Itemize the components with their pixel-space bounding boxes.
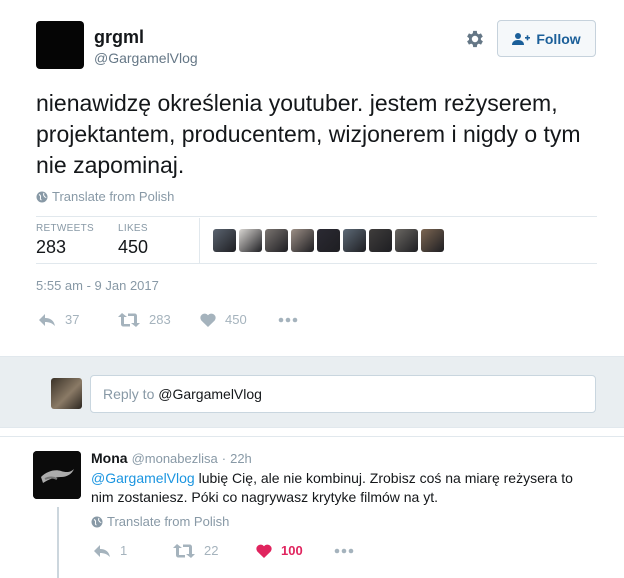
reply-like-count: 100: [281, 543, 303, 558]
liker-avatar[interactable]: [395, 229, 418, 252]
gear-icon[interactable]: [464, 28, 486, 50]
reply-placeholder-prefix: Reply to: [103, 386, 159, 402]
author-handle[interactable]: @GargamelVlog: [94, 50, 198, 66]
more-icon: [278, 317, 298, 322]
heart-icon: [200, 313, 216, 327]
reply-retweet-action[interactable]: 22: [173, 543, 256, 558]
author-avatar[interactable]: [36, 21, 84, 69]
more-icon: [334, 548, 354, 553]
reply-placeholder-mention: @GargamelVlog: [158, 386, 262, 402]
add-user-icon: [512, 32, 531, 45]
current-user-avatar: [51, 378, 82, 409]
retweets-count[interactable]: 283: [36, 237, 66, 258]
likes-count[interactable]: 450: [118, 237, 148, 258]
author-name[interactable]: grgml: [94, 27, 144, 48]
reply-icon: [39, 313, 55, 326]
liker-avatar[interactable]: [421, 229, 444, 252]
reply-text: @GargamelVlog lubię Cię, ale nie kombinu…: [91, 469, 591, 507]
tweet-actions: 37 283 450: [38, 312, 298, 327]
more-action[interactable]: [278, 317, 298, 323]
tweet-text: nienawidzę określenia youtuber. jestem r…: [36, 90, 581, 178]
reply-icon: [94, 544, 110, 557]
reply-action[interactable]: 37: [38, 312, 118, 327]
thread-line: [57, 507, 59, 578]
reply-count: 37: [65, 312, 80, 327]
reply-author-handle[interactable]: @monabezlisa: [132, 451, 218, 466]
reply-like-action[interactable]: 100: [256, 543, 334, 558]
retweet-count: 283: [149, 312, 171, 327]
reply-mention-link[interactable]: @GargamelVlog: [91, 470, 195, 486]
retweet-icon: [118, 312, 140, 327]
reply-reply-action[interactable]: 1: [93, 543, 173, 558]
like-action[interactable]: 450: [200, 312, 278, 327]
likes-label: LIKES: [118, 223, 148, 234]
reply-reply-count: 1: [120, 543, 128, 558]
reply-retweet-count: 22: [204, 543, 219, 558]
globe-icon: [91, 516, 103, 527]
liker-avatar[interactable]: [343, 229, 366, 252]
avatar-image: [33, 451, 81, 499]
reply-actions: 1 22 100: [93, 543, 354, 558]
reply-time[interactable]: 22h: [230, 451, 252, 466]
stats-separator: [199, 218, 200, 263]
retweet-icon: [173, 543, 195, 558]
translate-link[interactable]: Translate from Polish: [36, 189, 174, 204]
globe-icon: [36, 191, 48, 202]
divider: [36, 216, 597, 217]
divider: [36, 263, 597, 264]
liker-avatar[interactable]: [239, 229, 262, 252]
reply-translate-link[interactable]: Translate from Polish: [91, 514, 229, 529]
reply-separator: ·: [221, 451, 227, 466]
reply-author-avatar[interactable]: [33, 451, 81, 499]
follow-button[interactable]: Follow: [497, 20, 596, 57]
retweets-label: RETWEETS: [36, 223, 94, 234]
liker-avatar[interactable]: [213, 229, 236, 252]
like-count: 450: [225, 312, 247, 327]
reply-more-action[interactable]: [334, 548, 354, 554]
liker-avatar[interactable]: [291, 229, 314, 252]
reply-header: Mona @monabezlisa · 22h: [91, 450, 252, 466]
liker-avatar[interactable]: [317, 229, 340, 252]
translate-label: Translate from Polish: [52, 189, 175, 204]
retweet-action[interactable]: 283: [118, 312, 200, 327]
reply-translate-label: Translate from Polish: [107, 514, 230, 529]
reply-author-name[interactable]: Mona: [91, 450, 128, 466]
liker-avatar[interactable]: [369, 229, 392, 252]
tweet: grgml @GargamelVlog Follow nienawidzę ok…: [0, 0, 624, 356]
liker-avatars: [213, 229, 444, 252]
reply-composer: Reply to @GargamelVlog: [0, 356, 624, 428]
liker-avatar[interactable]: [265, 229, 288, 252]
follow-label: Follow: [536, 30, 581, 47]
tweet-timestamp[interactable]: 5:55 am - 9 Jan 2017: [36, 278, 159, 293]
reply-tweet[interactable]: Mona @monabezlisa · 22h @GargamelVlog lu…: [0, 436, 624, 578]
reply-input[interactable]: Reply to @GargamelVlog: [90, 375, 596, 413]
heart-filled-icon: [256, 544, 272, 558]
